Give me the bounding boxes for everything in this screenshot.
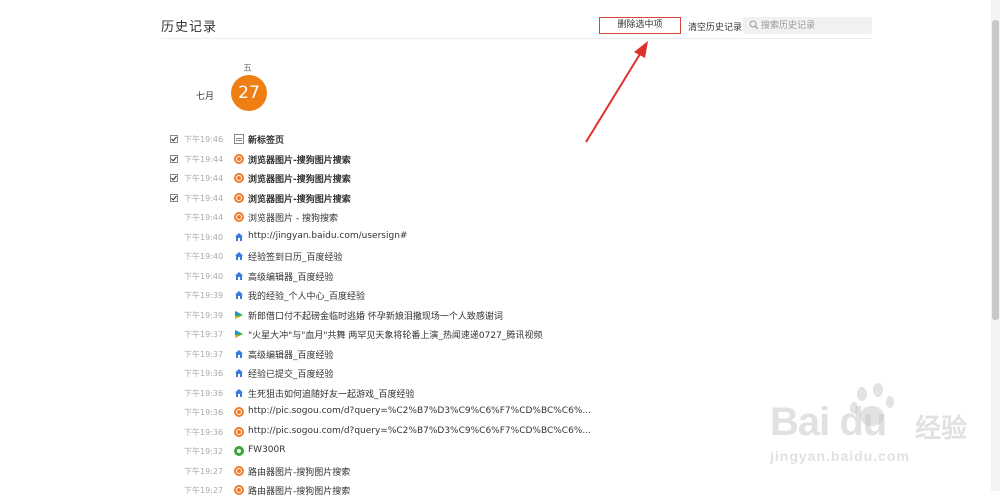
row-time: 下午19:37: [184, 349, 224, 359]
sogou-icon: [234, 426, 244, 437]
delete-selected-button[interactable]: 删除选中项: [599, 17, 681, 34]
history-row[interactable]: 下午19:46 新标签页: [0, 130, 1000, 150]
row-title-link[interactable]: http://pic.sogou.com/d?query=%C2%B7%D3%C…: [248, 426, 591, 436]
row-checkbox[interactable]: [170, 154, 178, 163]
history-row[interactable]: 下午19:37 高级编辑器_百度经验: [0, 345, 1000, 365]
history-row[interactable]: 下午19:37 "火星大冲"与"血月"共舞 两罕见天象将轮番上演_热闻速递0727…: [0, 325, 1000, 345]
watermark: Bai du 经验 jingyan.baidu.com: [770, 380, 970, 470]
day-badge: 27: [231, 75, 267, 111]
video-icon: [234, 310, 244, 320]
row-title-link[interactable]: 浏览器图片-搜狗图片搜索: [248, 153, 351, 166]
sogou-icon: [234, 153, 244, 164]
row-time: 下午19:40: [184, 271, 224, 281]
month-label: 七月: [196, 92, 215, 102]
baidu-icon: [234, 388, 244, 398]
row-time: 下午19:27: [184, 466, 224, 476]
row-time: 下午19:37: [184, 330, 224, 339]
row-time: 下午19:40: [184, 232, 224, 242]
row-title-link[interactable]: 路由器图片-搜狗图片搜索: [248, 465, 350, 478]
row-checkbox[interactable]: [170, 174, 178, 182]
history-row[interactable]: 下午19:40 http://jingyan.baidu.com/usersign…: [0, 228, 1000, 248]
row-time: 下午19:39: [184, 310, 224, 320]
scrollbar-thumb[interactable]: [992, 20, 999, 320]
watermark-brand: 经验: [915, 413, 968, 443]
row-time: 下午19:36: [184, 388, 224, 398]
row-time: 下午19:32: [184, 447, 224, 456]
row-time: 下午19:36: [184, 369, 224, 378]
row-time: 下午19:44: [184, 154, 224, 164]
check-icon: [171, 175, 177, 181]
row-time: 下午19:44: [184, 193, 224, 203]
search-box[interactable]: [743, 17, 872, 34]
row-checkbox[interactable]: [170, 135, 178, 143]
weekday-label: 五: [243, 64, 253, 74]
history-row[interactable]: 下午19:44 浏览器图片-搜狗图片搜索: [0, 169, 1000, 189]
row-time: 下午19:44: [184, 213, 224, 222]
watermark-logo: Bai du: [770, 400, 887, 444]
row-time: 下午19:44: [184, 174, 224, 183]
history-row[interactable]: 下午19:39 我的经验_个人中心_百度经验: [0, 286, 1000, 306]
page-title: 历史记录: [161, 20, 218, 35]
history-row[interactable]: 下午19:44 浏览器图片 - 搜狗搜索: [0, 208, 1000, 228]
baidu-icon: [234, 251, 244, 261]
history-row[interactable]: 下午19:44 浏览器图片-搜狗图片搜索: [0, 189, 1000, 209]
baidu-icon: [234, 232, 244, 242]
sogou-icon: [234, 173, 244, 183]
sogou-icon: [234, 192, 244, 203]
row-title-link[interactable]: 高级编辑器_百度经验: [248, 270, 334, 283]
row-title-link[interactable]: 生死狙击如何追随好友一起游戏_百度经验: [248, 387, 415, 400]
row-time: 下午19:39: [184, 291, 224, 300]
clear-history-link[interactable]: 清空历史记录: [688, 20, 742, 33]
sogou-icon: [234, 485, 244, 495]
row-title-link[interactable]: 高级编辑器_百度经验: [248, 348, 334, 361]
baidu-icon: [234, 290, 244, 300]
check-icon: [171, 136, 177, 142]
sogou-icon: [234, 212, 244, 222]
check-icon: [171, 195, 177, 201]
search-input[interactable]: [761, 17, 869, 34]
newtab-icon: [234, 134, 244, 144]
row-title-link[interactable]: 新标签页: [248, 133, 284, 146]
row-time: 下午19:36: [184, 427, 224, 437]
baidu-icon: [234, 271, 244, 281]
row-time: 下午19:36: [184, 408, 224, 417]
sogou-icon: [234, 407, 244, 417]
scrollbar-track[interactable]: [991, 0, 1000, 491]
row-title-link[interactable]: 新郎借口付不起磅金临时逃婚 怀孕新娘泪撒现场一个人致感谢词: [248, 309, 503, 322]
baidu-icon: [234, 349, 244, 359]
history-row[interactable]: 下午19:39 新郎借口付不起磅金临时逃婚 怀孕新娘泪撒现场一个人致感谢词: [0, 306, 1000, 326]
row-checkbox[interactable]: [170, 193, 178, 202]
row-time: 下午19:40: [184, 252, 224, 261]
row-title-link[interactable]: 浏览器图片 - 搜狗搜索: [248, 211, 338, 224]
row-title-link[interactable]: 浏览器图片-搜狗图片搜索: [248, 192, 351, 205]
row-title-link[interactable]: http://pic.sogou.com/d?query=%C2%B7%D3%C…: [248, 406, 591, 416]
sogou-icon: [234, 465, 244, 476]
check-icon: [171, 156, 177, 162]
row-title-link[interactable]: 我的经验_个人中心_百度经验: [248, 289, 365, 302]
header-divider: [161, 38, 872, 39]
row-title-link[interactable]: http://jingyan.baidu.com/usersign#: [248, 231, 407, 241]
history-row[interactable]: 下午19:40 经验签到日历_百度经验: [0, 247, 1000, 267]
row-title-link[interactable]: "火星大冲"与"血月"共舞 两罕见天象将轮番上演_热闻速递0727_腾讯视频: [248, 328, 542, 341]
baidu-icon: [234, 368, 244, 378]
history-row[interactable]: 下午19:40 高级编辑器_百度经验: [0, 267, 1000, 287]
row-title-link[interactable]: FW300R: [248, 445, 286, 455]
row-time: 下午19:46: [184, 135, 224, 144]
video-icon: [234, 329, 244, 339]
watermark-url: jingyan.baidu.com: [770, 448, 910, 464]
row-title-link[interactable]: 浏览器图片-搜狗图片搜索: [248, 172, 351, 185]
row-title-link[interactable]: 经验签到日历_百度经验: [248, 250, 343, 263]
history-row[interactable]: 下午19:44 浏览器图片-搜狗图片搜索: [0, 150, 1000, 170]
row-title-link[interactable]: 经验已提交_百度经验: [248, 367, 334, 380]
green-icon: [234, 446, 244, 456]
search-icon: [749, 20, 759, 30]
